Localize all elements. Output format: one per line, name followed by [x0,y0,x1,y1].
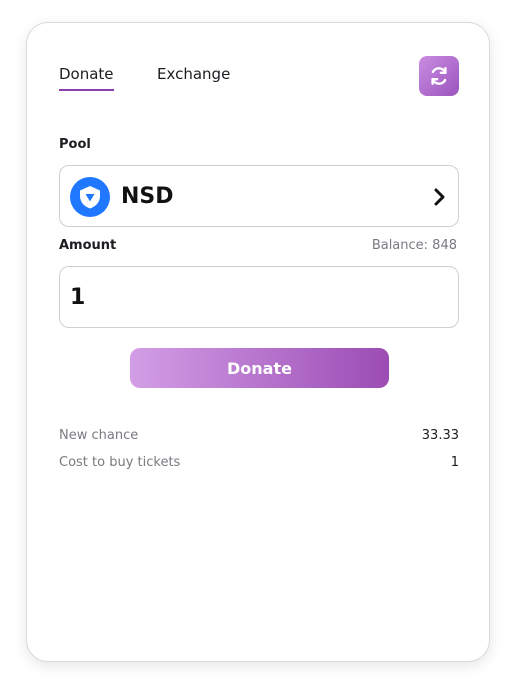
refresh-icon [431,67,447,85]
tab-exchange[interactable]: Exchange [157,65,230,89]
pool-label: Pool [59,137,91,152]
stat-value: 1 [450,455,459,470]
pool-selector[interactable]: NSD [59,165,459,227]
amount-label: Amount [59,238,117,253]
refresh-button[interactable] [419,56,459,96]
stat-value: 33.33 [421,428,459,443]
amount-input[interactable] [59,266,459,328]
stat-label: Cost to buy tickets [59,455,181,470]
tab-donate[interactable]: Donate [59,65,114,91]
stat-row-cost: Cost to buy tickets 1 [59,455,459,475]
pool-token-name: NSD [121,184,174,209]
chevron-right-icon [434,188,445,206]
donate-card: Donate Exchange Pool NSD Amount Balance:… [26,22,490,662]
stat-row-new-chance: New chance 33.33 [59,428,459,448]
donate-button[interactable]: Donate [130,348,389,388]
stat-label: New chance [59,428,139,443]
balance-text: Balance: 848 [371,238,457,253]
shield-token-icon [70,177,110,217]
